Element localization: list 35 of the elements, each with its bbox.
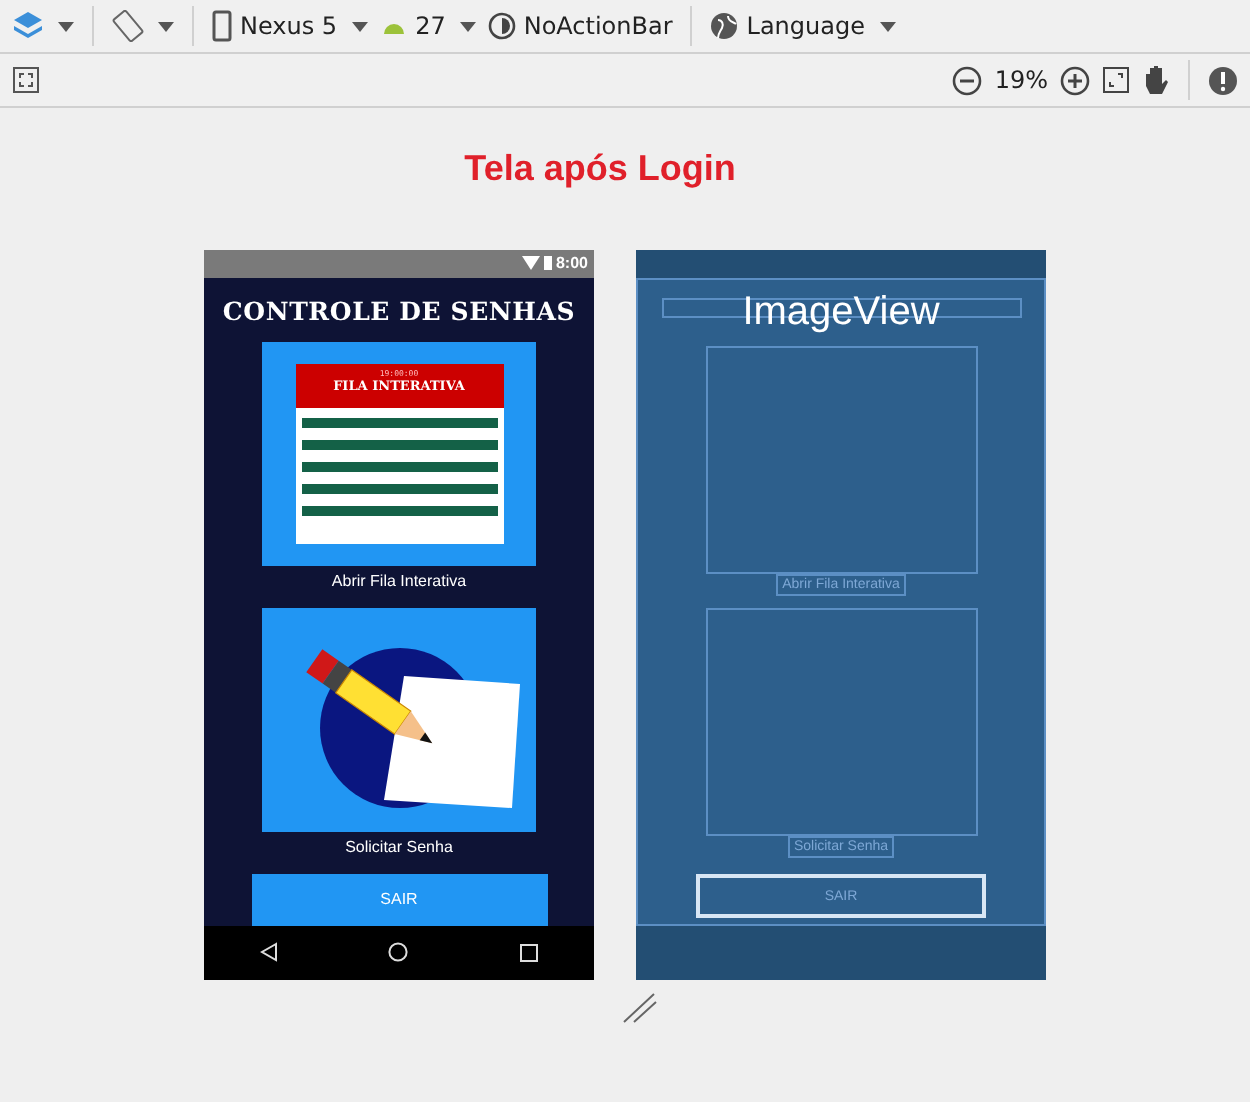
caret-icon[interactable] [158, 21, 174, 31]
device-dropdown[interactable]: Nexus 5 [240, 12, 338, 40]
app-title: CONTROLE DE SENHAS [222, 295, 576, 330]
zoom-out-icon[interactable] [952, 65, 983, 95]
image-button[interactable] [262, 608, 536, 832]
fit-screen-icon[interactable] [12, 66, 40, 94]
caret-icon[interactable] [58, 21, 74, 31]
warning-icon[interactable] [1208, 65, 1238, 95]
wifi-icon [521, 256, 540, 271]
rotate-icon[interactable] [112, 10, 144, 42]
tile-label: Abrir Fila Interativa [331, 571, 467, 594]
zoom-in-icon[interactable] [1060, 65, 1090, 95]
status-time: 8:00 [555, 254, 588, 273]
hand-icon[interactable] [1142, 64, 1170, 96]
back-icon[interactable] [259, 942, 278, 963]
page-title: Tela após Login [462, 148, 738, 192]
theme-icon [487, 12, 516, 40]
zoom-level: 19% [994, 66, 1048, 94]
exit-button[interactable]: SAIR [251, 874, 547, 926]
home-icon[interactable] [388, 942, 409, 963]
hover-label: ImageView [740, 290, 942, 336]
tile-label: Solicitar Senha [345, 837, 453, 860]
battery-icon [543, 256, 552, 271]
recents-icon[interactable] [520, 943, 539, 962]
api-level-dropdown[interactable]: 27 [415, 12, 446, 40]
resize-handle[interactable] [622, 992, 658, 1024]
caret-icon[interactable] [879, 21, 895, 31]
caret-icon[interactable] [351, 21, 368, 31]
phone-icon [212, 10, 232, 42]
layers-icon[interactable] [12, 10, 44, 42]
fit-icon[interactable] [1102, 66, 1130, 94]
locale-dropdown[interactable]: Language [746, 12, 865, 40]
caret-icon[interactable] [459, 21, 476, 31]
theme-selector[interactable]: NoActionBar [523, 12, 673, 40]
globe-icon [710, 12, 739, 40]
